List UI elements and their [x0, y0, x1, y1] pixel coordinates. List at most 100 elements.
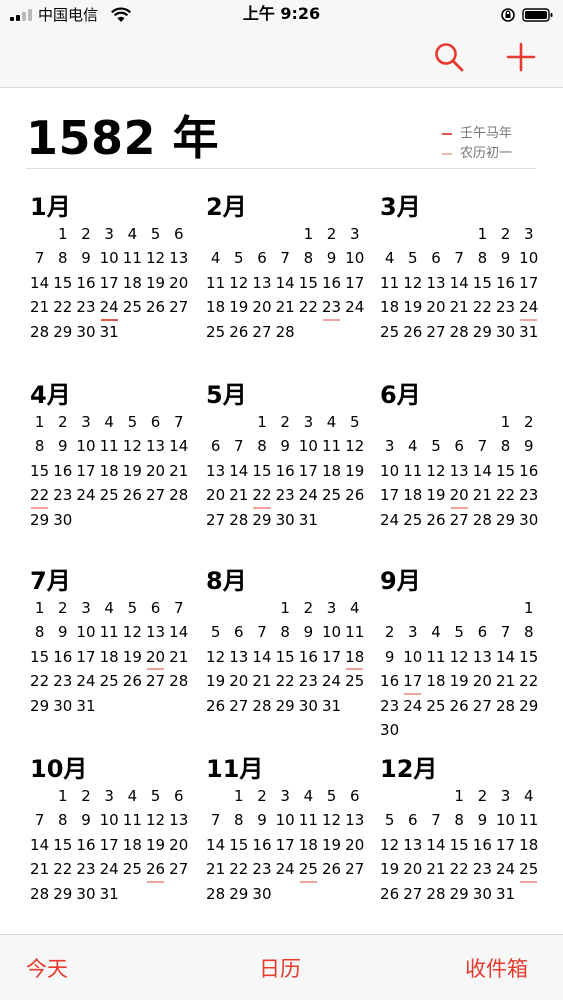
day-cell[interactable]: 28: [28, 320, 51, 344]
day-cell[interactable]: 22: [28, 669, 51, 693]
day-cell[interactable]: 8: [227, 808, 250, 832]
day-cell[interactable]: 11: [98, 620, 121, 644]
day-cell[interactable]: 23: [74, 295, 97, 319]
day-cell[interactable]: 15: [494, 459, 517, 483]
day-cell[interactable]: 15: [274, 645, 297, 669]
day-cell[interactable]: 7: [28, 246, 51, 270]
day-cell[interactable]: 2: [471, 784, 494, 808]
day-cell[interactable]: 9: [494, 246, 517, 270]
day-cell[interactable]: 4: [297, 784, 320, 808]
day-cell[interactable]: 7: [250, 620, 273, 644]
day-cell[interactable]: 19: [343, 459, 366, 483]
day-cell[interactable]: 7: [494, 620, 517, 644]
day-cell[interactable]: 24: [401, 694, 424, 718]
day-cell[interactable]: 4: [121, 784, 144, 808]
day-cell[interactable]: 24: [74, 483, 97, 507]
day-cell[interactable]: 22: [51, 857, 74, 881]
day-cell[interactable]: 15: [28, 645, 51, 669]
day-cell[interactable]: 9: [74, 808, 97, 832]
day-cell[interactable]: 4: [343, 596, 366, 620]
day-cell[interactable]: 16: [51, 459, 74, 483]
day-cell[interactable]: 7: [424, 808, 447, 832]
day-cell[interactable]: 31: [320, 694, 343, 718]
day-cell[interactable]: 14: [28, 271, 51, 295]
day-cell[interactable]: 13: [144, 434, 167, 458]
day-cell[interactable]: 27: [250, 320, 273, 344]
day-cell[interactable]: 23: [517, 483, 540, 507]
day-cell[interactable]: 12: [378, 833, 401, 857]
day-cell[interactable]: 8: [51, 808, 74, 832]
day-cell[interactable]: 2: [51, 596, 74, 620]
day-cell[interactable]: 25: [424, 694, 447, 718]
day-cell[interactable]: 8: [51, 246, 74, 270]
day-cell[interactable]: 1: [227, 784, 250, 808]
day-cell[interactable]: 10: [98, 808, 121, 832]
day-cell[interactable]: 4: [98, 596, 121, 620]
day-cell[interactable]: 11: [121, 246, 144, 270]
day-cell[interactable]: 5: [121, 596, 144, 620]
day-cell[interactable]: 29: [274, 694, 297, 718]
day-cell[interactable]: 5: [144, 222, 167, 246]
day-cell[interactable]: 11: [98, 434, 121, 458]
day-cell[interactable]: 24: [378, 508, 401, 532]
day-cell[interactable]: 2: [297, 596, 320, 620]
day-cell[interactable]: 28: [28, 882, 51, 906]
day-cell[interactable]: 3: [343, 222, 366, 246]
day-cell[interactable]: 17: [494, 833, 517, 857]
day-cell[interactable]: 27: [471, 694, 494, 718]
day-cell[interactable]: 10: [343, 246, 366, 270]
day-cell[interactable]: 9: [250, 808, 273, 832]
month-block[interactable]: 11月 1 2 3 4 5 6 7 8 9 10 11 12 13 14 15 16 17 18 19 20 21 22 23…: [204, 754, 366, 906]
day-cell[interactable]: 8: [297, 246, 320, 270]
day-cell[interactable]: 17: [517, 271, 540, 295]
day-cell[interactable]: 14: [494, 645, 517, 669]
day-cell[interactable]: 26: [448, 694, 471, 718]
month-block[interactable]: 3月 1 2 3 4 5 6 7 8 9 10 11 12 13 14 15 16 17 18 19 20 21 22 23 2…: [378, 192, 540, 344]
day-cell[interactable]: 27: [424, 320, 447, 344]
day-cell[interactable]: 19: [121, 459, 144, 483]
day-cell[interactable]: 30: [494, 320, 517, 344]
day-cell[interactable]: 20: [424, 295, 447, 319]
day-cell[interactable]: 21: [274, 295, 297, 319]
day-cell[interactable]: 13: [227, 645, 250, 669]
day-cell[interactable]: 16: [297, 645, 320, 669]
day-cell[interactable]: 22: [28, 483, 51, 509]
day-cell[interactable]: 17: [320, 645, 343, 669]
day-cell[interactable]: 2: [320, 222, 343, 246]
day-cell[interactable]: 20: [144, 459, 167, 483]
day-cell[interactable]: 3: [517, 222, 540, 246]
day-cell[interactable]: 3: [297, 410, 320, 434]
day-cell[interactable]: 13: [167, 246, 190, 270]
day-cell[interactable]: 10: [297, 434, 320, 458]
day-cell[interactable]: 13: [250, 271, 273, 295]
day-cell[interactable]: 25: [98, 669, 121, 693]
day-cell[interactable]: 2: [51, 410, 74, 434]
day-cell[interactable]: 15: [51, 833, 74, 857]
day-cell[interactable]: 17: [343, 271, 366, 295]
day-cell[interactable]: 17: [74, 645, 97, 669]
day-cell[interactable]: 13: [144, 620, 167, 644]
day-cell[interactable]: 26: [320, 857, 343, 881]
day-cell[interactable]: 13: [424, 271, 447, 295]
day-cell[interactable]: 11: [424, 645, 447, 669]
day-cell[interactable]: 14: [204, 833, 227, 857]
day-cell[interactable]: 24: [343, 295, 366, 319]
day-cell[interactable]: 17: [378, 483, 401, 507]
day-cell[interactable]: 21: [167, 459, 190, 483]
day-cell[interactable]: 8: [274, 620, 297, 644]
day-cell[interactable]: 21: [424, 857, 447, 881]
day-cell[interactable]: 12: [121, 434, 144, 458]
day-cell[interactable]: 14: [167, 434, 190, 458]
day-cell[interactable]: 28: [448, 320, 471, 344]
day-cell[interactable]: 19: [227, 295, 250, 319]
day-cell[interactable]: 6: [424, 246, 447, 270]
day-cell[interactable]: 6: [144, 410, 167, 434]
day-cell[interactable]: 7: [274, 246, 297, 270]
day-cell[interactable]: 6: [471, 620, 494, 644]
day-cell[interactable]: 2: [250, 784, 273, 808]
day-cell[interactable]: 5: [343, 410, 366, 434]
day-cell[interactable]: 15: [51, 271, 74, 295]
day-cell[interactable]: 3: [74, 410, 97, 434]
day-cell[interactable]: 17: [98, 833, 121, 857]
day-cell[interactable]: 3: [378, 434, 401, 458]
